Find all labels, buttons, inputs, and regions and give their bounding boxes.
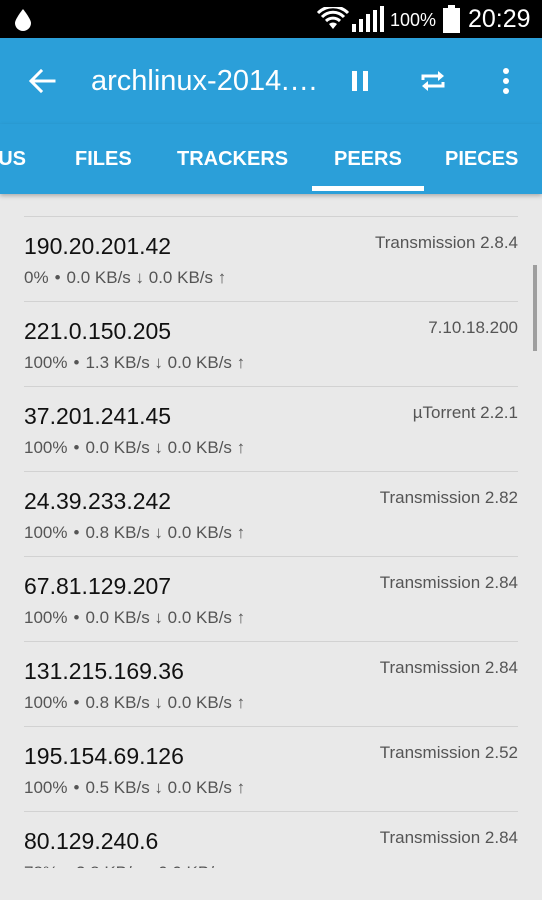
peer-ip: 37.201.241.45 — [24, 403, 172, 429]
separator-dot: • — [73, 608, 80, 627]
repeat-icon[interactable] — [418, 66, 448, 96]
tab-trackers[interactable]: TRACKERS — [177, 147, 288, 171]
peer-upload-rate: 0.0 KB/s ↑ — [167, 778, 246, 797]
separator-dot: • — [73, 778, 80, 797]
tab-bar: TUS FILES TRACKERS PEERS PIECES — [0, 124, 542, 194]
wifi-icon — [316, 7, 350, 29]
peer-ip: 190.20.201.42 — [24, 233, 172, 259]
peer-download-rate: 0.5 KB/s ↓ — [85, 778, 163, 797]
peer-list: 190.20.201.42 Transmission 2.8.4 0% • 0.0 … — [24, 216, 518, 896]
peer-upload-rate: 0.0 KB/s ↑ — [167, 523, 246, 542]
battery-percent: 100% — [390, 10, 437, 30]
tab-status[interactable]: TUS — [0, 147, 26, 171]
peer-progress: 100% — [24, 608, 68, 627]
peer-ip: 221.0.150.205 — [24, 318, 172, 344]
peer-upload-rate: 0.0 KB/s ↑ — [167, 608, 246, 627]
clock: 20:29 — [468, 5, 531, 33]
peer-download-rate: 0.8 KB/s ↓ — [85, 523, 163, 542]
peer-client: Transmission 2.82 — [379, 488, 518, 507]
peer-upload-rate: 0.0 KB/s ↑ — [167, 353, 246, 372]
more-vert-icon[interactable] — [494, 66, 518, 96]
torrent-title: archlinux-2014.… — [91, 65, 319, 97]
peer-progress: 100% — [24, 438, 68, 457]
peer-row[interactable]: 195.154.69.126 Transmission 2.52 100% • 0.… — [24, 726, 518, 811]
peer-client: Transmission 2.8.4 — [375, 233, 518, 252]
peer-client: Transmission 2.84 — [379, 828, 518, 847]
peer-row[interactable]: 131.215.169.36 Transmission 2.84 100% • 0.… — [24, 641, 518, 726]
app-bar: archlinux-2014.… — [0, 38, 542, 124]
battery-icon — [443, 5, 460, 33]
separator-dot: • — [54, 268, 61, 287]
peer-progress: 100% — [24, 353, 68, 372]
peer-row[interactable]: 67.81.129.207 Transmission 2.84 100% • 0.0… — [24, 556, 518, 641]
peer-upload-rate: 0.0 KB/s ↑ — [167, 693, 246, 712]
tab-indicator — [312, 186, 424, 191]
peer-progress: 100% — [24, 693, 68, 712]
peer-stats: 100% • 0.0 KB/s ↓ 0.0 KB/s ↑ — [24, 608, 245, 628]
peer-download-rate: 0.0 KB/s ↓ — [85, 608, 163, 627]
drop-icon — [15, 9, 31, 31]
tab-files[interactable]: FILES — [75, 147, 132, 171]
peer-download-rate: 0.0 KB/s ↓ — [66, 268, 145, 287]
peer-client: Transmission 2.52 — [379, 743, 518, 762]
peer-stats: 100% • 0.8 KB/s ↓ 0.0 KB/s ↑ — [24, 523, 245, 543]
peer-stats: 100% • 0.0 KB/s ↓ 0.0 KB/s ↑ — [24, 438, 245, 458]
separator-dot: • — [73, 438, 80, 457]
separator-dot: • — [73, 353, 80, 372]
pause-icon[interactable] — [346, 67, 374, 95]
tab-peers[interactable]: PEERS — [334, 147, 402, 171]
peer-stats: 100% • 1.3 KB/s ↓ 0.0 KB/s ↑ — [24, 353, 245, 373]
peer-download-rate: 1.3 KB/s ↓ — [85, 353, 163, 372]
status-bar: 100% 20:29 — [0, 0, 542, 38]
peer-download-rate: 0.8 KB/s ↓ — [85, 693, 163, 712]
separator-dot: • — [73, 693, 80, 712]
peer-row[interactable]: 37.201.241.45 µTorrent 2.2.1 100% • 0.0 KB… — [24, 386, 518, 471]
list-bottom-edge — [0, 868, 542, 900]
peer-client: µTorrent 2.2.1 — [412, 403, 518, 422]
peer-ip: 195.154.69.126 — [24, 743, 184, 769]
peer-stats: 100% • 0.8 KB/s ↓ 0.0 KB/s ↑ — [24, 693, 245, 713]
peer-download-rate: 0.0 KB/s ↓ — [85, 438, 163, 457]
peer-ip: 67.81.129.207 — [24, 573, 172, 599]
peer-row[interactable]: 221.0.150.205 7.10.18.200 100% • 1.3 KB/s … — [24, 301, 518, 386]
peer-ip: 24.39.233.242 — [24, 488, 172, 514]
peer-progress: 0% — [24, 268, 49, 287]
separator-dot: • — [73, 523, 80, 542]
peer-progress: 100% — [24, 778, 68, 797]
peer-stats: 0% • 0.0 KB/s ↓ 0.0 KB/s ↑ — [24, 268, 226, 288]
peer-row[interactable]: 190.20.201.42 Transmission 2.8.4 0% • 0.0 … — [24, 216, 518, 301]
peer-client: Transmission 2.84 — [379, 573, 518, 592]
back-arrow-icon[interactable] — [28, 67, 56, 95]
peer-upload-rate: 0.0 KB/s ↑ — [167, 438, 246, 457]
peer-client: Transmission 2.84 — [379, 658, 518, 677]
peer-row[interactable]: 24.39.233.242 Transmission 2.82 100% • 0.8… — [24, 471, 518, 556]
peer-progress: 100% — [24, 523, 68, 542]
peer-ip: 80.129.240.6 — [24, 828, 159, 854]
peer-stats: 100% • 0.5 KB/s ↓ 0.0 KB/s ↑ — [24, 778, 245, 798]
scrollbar[interactable] — [533, 265, 537, 351]
signal-icon — [352, 6, 384, 32]
tab-pieces[interactable]: PIECES — [445, 147, 518, 171]
peer-client: 7.10.18.200 — [428, 318, 518, 337]
peer-upload-rate: 0.0 KB/s ↑ — [148, 268, 227, 287]
peer-ip: 131.215.169.36 — [24, 658, 184, 684]
